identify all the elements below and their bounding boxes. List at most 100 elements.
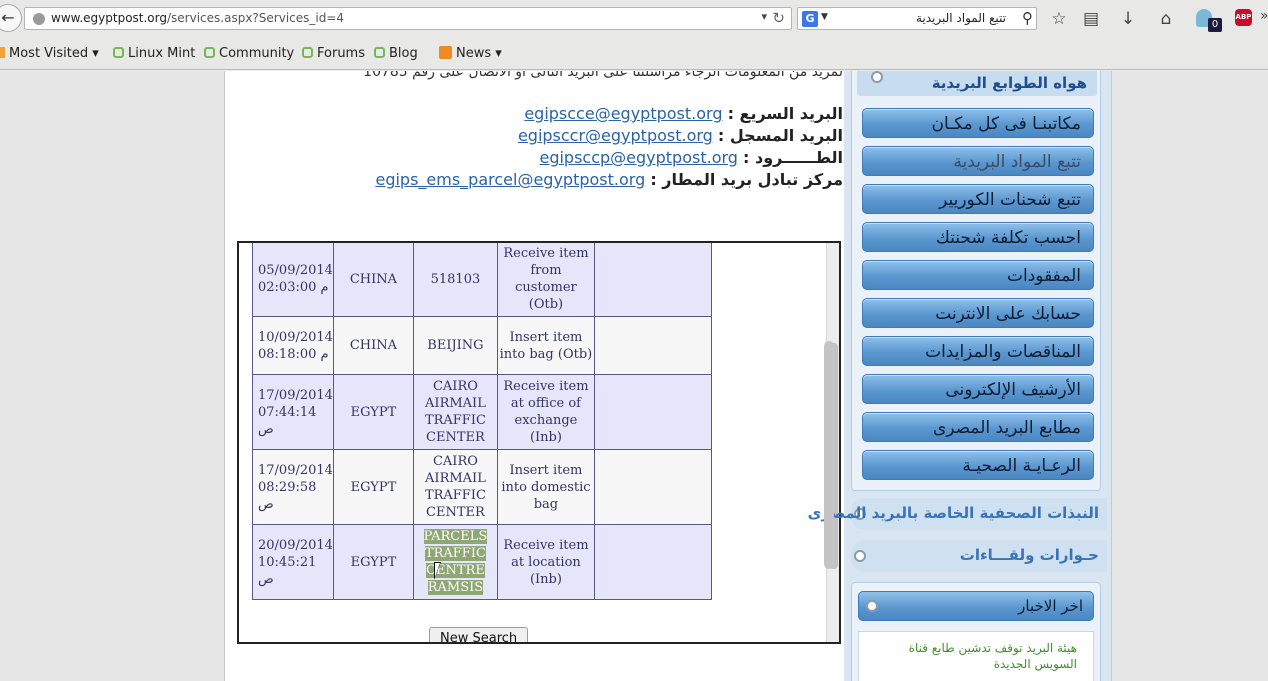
news-item[interactable]: هيئة البريد توقف تدشين طابع قناة السويس …: [858, 631, 1094, 681]
time-text: 08:18:00 م: [258, 346, 329, 362]
table-row: 20/09/2014 10:45:21 ص EGYPT PARCELS TRAFF…: [252, 524, 712, 600]
menu-offices-button[interactable]: مكاتبنـا فى كل مكـان: [862, 108, 1094, 138]
extra-cell: [593, 374, 712, 450]
page-container: لمزيد من المعلومات الرجاء مراسلتنا على ا…: [224, 71, 1112, 681]
contact-email-link[interactable]: egipsccr@egyptpost.org: [518, 126, 713, 145]
adblock-plus-icon[interactable]: ABP: [1235, 9, 1252, 26]
ghostery-count-badge: 0: [1208, 18, 1222, 32]
contact-label: مركز تبادل بريد المطار :: [650, 170, 843, 189]
date-text: 17/09/2014: [258, 387, 333, 403]
site-identity-icon[interactable]: [33, 13, 45, 25]
web-page: لمزيد من المعلومات الرجاء مراسلتنا على ا…: [0, 71, 1268, 681]
rss-icon: [439, 46, 452, 59]
bookmark-star-icon[interactable]: ☆: [1048, 8, 1070, 30]
country-cell: CHINA: [332, 316, 414, 375]
panel-header[interactable]: هواه الطوابع البريدية: [857, 71, 1097, 96]
extra-cell: [593, 316, 712, 375]
home-icon[interactable]: ⌂: [1155, 8, 1177, 30]
menu-track-items-button[interactable]: تتبع المواد البريدية: [862, 146, 1094, 176]
toolbar-overflow-icon[interactable]: »: [1260, 8, 1268, 24]
menu-online-account-button[interactable]: حسابك على الانترنت: [862, 298, 1094, 328]
date-cell: 17/09/2014 08:29:58 ص: [252, 449, 334, 525]
mint-icon: [374, 47, 385, 58]
office-cell: BEIJING: [412, 316, 498, 375]
country-cell: EGYPT: [332, 524, 414, 600]
back-arrow-icon: ←: [1, 8, 15, 27]
contact-list: البريد السريع : egipscce@egyptpost.org ا…: [231, 103, 843, 191]
section-label: النبذات الصحفية الخاصة بالبريد المصرى: [807, 504, 1099, 522]
new-search-button[interactable]: New Search: [429, 627, 529, 642]
menu-shipping-cost-button[interactable]: احسب تكلفة شحنتك: [862, 222, 1094, 252]
extra-cell: [593, 524, 712, 600]
menu-tenders-button[interactable]: المناقصات والمزايدات: [862, 336, 1094, 366]
menu-label: مطابع البريد المصرى: [932, 418, 1081, 438]
office-cell: 518103: [412, 243, 498, 317]
url-host: www.egyptpost.org: [51, 11, 167, 25]
bookmark-most-visited[interactable]: Most Visited ▾: [0, 46, 99, 61]
menu-track-courier-button[interactable]: تتبع شحنات الكوريير: [862, 184, 1094, 214]
url-text[interactable]: www.egyptpost.org/services.aspx?Services…: [51, 11, 344, 25]
search-engine-dropdown-icon[interactable]: ▼: [821, 12, 828, 22]
search-bar[interactable]: G ▼ تتبع المواد البريدية ⚲: [797, 7, 1037, 30]
url-path: /services.aspx?Services_id=4: [167, 11, 345, 25]
date-cell: 17/09/2014 07:44:14 ص: [252, 374, 334, 450]
bookmark-label: Linux Mint: [128, 46, 196, 61]
google-search-engine-icon[interactable]: G: [802, 11, 818, 27]
dropdown-arrow-icon: ▾: [495, 46, 502, 61]
menu-healthcare-button[interactable]: الرعـايـة الصحيـة: [862, 450, 1094, 480]
contact-email-link[interactable]: egipscce@egyptpost.org: [524, 104, 722, 123]
contact-label: الطــــــرود :: [743, 148, 843, 167]
contact-row: البريد السريع : egipscce@egyptpost.org: [231, 103, 843, 125]
date-text: 10/09/2014: [258, 329, 333, 345]
contact-intro-text: لمزيد من المعلومات الرجاء مراسلتنا على ا…: [363, 71, 843, 80]
event-cell: Insert item into bag (Otb): [496, 316, 595, 375]
history-dropdown-icon[interactable]: ▾: [761, 10, 767, 23]
menu-label: الرعـايـة الصحيـة: [962, 456, 1081, 476]
bookmark-label: News: [456, 46, 492, 61]
bookmark-blog[interactable]: Blog: [374, 46, 418, 61]
extra-cell: [593, 449, 712, 525]
menu-label: المناقصات والمزايدات: [925, 342, 1081, 362]
bookmark-forums[interactable]: Forums: [302, 46, 365, 61]
date-text: 20/09/2014: [258, 537, 333, 553]
url-bar[interactable]: www.egyptpost.org/services.aspx?Services…: [24, 7, 792, 30]
menu-label: تتبع المواد البريدية: [953, 152, 1081, 172]
latest-news-title: اخر الاخبار: [1018, 597, 1083, 615]
back-button[interactable]: ←: [0, 4, 22, 32]
menu-label: مكاتبنـا فى كل مكـان: [931, 114, 1081, 134]
press-releases-section[interactable]: النبذات الصحفية الخاصة بالبريد المصرى: [808, 498, 1107, 530]
menu-e-archive-button[interactable]: الأرشيف الإلكترونى: [862, 374, 1094, 404]
menu-lost-items-button[interactable]: المفقودات: [862, 260, 1094, 290]
menu-post-printing-button[interactable]: مطابع البريد المصرى: [862, 412, 1094, 442]
tracking-results-frame[interactable]: 05/09/2014 02:03:00 م CHINA 518103 Receiv…: [237, 241, 841, 644]
table-row: 17/09/2014 08:29:58 ص EGYPT CAIRO AIRMAIL…: [252, 449, 712, 525]
search-icon[interactable]: ⚲: [1022, 9, 1033, 27]
interviews-section[interactable]: حـوارات ولقـــاءات: [851, 540, 1107, 572]
bookmarks-menu-icon[interactable]: ▤: [1080, 8, 1102, 30]
event-cell: Insert item into domestic bag: [496, 449, 595, 525]
time-text: 02:03:00 م: [258, 280, 329, 295]
office-cell: CAIRO AIRMAIL TRAFFIC CENTER: [412, 449, 498, 525]
latest-news-header[interactable]: اخر الاخبار: [858, 591, 1094, 621]
date-cell: 10/09/2014 08:18:00 م: [252, 316, 334, 375]
time-text: 07:44:14 ص: [258, 404, 317, 437]
date-cell: 05/09/2014 02:03:00 م: [252, 243, 334, 317]
contact-email-link[interactable]: egipsccp@egyptpost.org: [539, 148, 737, 167]
country-cell: EGYPT: [332, 449, 414, 525]
bookmark-linux-mint[interactable]: Linux Mint: [113, 46, 195, 61]
bookmark-community[interactable]: Community: [204, 46, 294, 61]
contact-email-link[interactable]: egips_ems_parcel@egyptpost.org: [375, 170, 645, 189]
downloads-icon[interactable]: ↓: [1117, 8, 1139, 30]
bookmark-label: Blog: [389, 46, 418, 61]
search-input[interactable]: تتبع المواد البريدية: [916, 11, 1006, 25]
menu-label: حسابك على الانترنت: [935, 304, 1081, 324]
reload-icon[interactable]: ↻: [772, 9, 785, 27]
latest-news-box: اخر الاخبار هيئة البريد توقف تدشين طابع …: [851, 582, 1101, 681]
tracking-table: 05/09/2014 02:03:00 م CHINA 518103 Receiv…: [252, 243, 712, 600]
bullet-icon: [871, 71, 883, 83]
mint-icon: [204, 47, 215, 58]
table-row: 10/09/2014 08:18:00 م CHINA BEIJING Inser…: [252, 316, 712, 375]
time-text: 10:45:21 ص: [258, 554, 317, 587]
page-scrollbar-thumb[interactable]: [824, 341, 834, 569]
bookmark-news[interactable]: News ▾: [439, 46, 502, 61]
